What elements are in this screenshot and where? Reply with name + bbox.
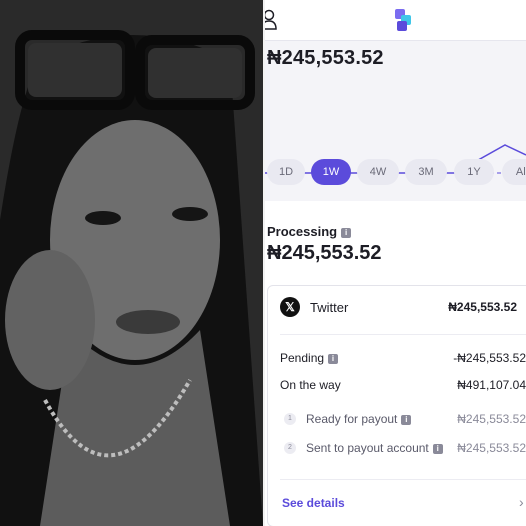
range-1y[interactable]: 1Y: [454, 159, 494, 185]
processing-amount: ₦245,553.52: [267, 242, 382, 264]
pending-value: -₦245,553.52: [453, 351, 526, 365]
time-range-selector: 1D 1W 4W 3M 1Y All: [265, 159, 526, 187]
processing-label: Processing: [267, 224, 338, 239]
sent-to-payout-value: ₦245,553.52: [457, 441, 526, 455]
app-panel: ₦245,553.52 1D 1W 4W 3M 1Y All Processin…: [265, 0, 526, 526]
source-name: Twitter: [310, 300, 349, 315]
portrait-illustration: [0, 0, 263, 526]
step-2-badge: 2: [284, 442, 296, 454]
user-icon[interactable]: [265, 9, 277, 31]
see-details-link[interactable]: See details: [282, 496, 345, 510]
on-the-way-value: ₦491,107.04: [457, 378, 526, 392]
range-1w[interactable]: 1W: [311, 159, 351, 185]
chevron-right-icon[interactable]: ›: [519, 494, 524, 510]
processing-heading: Processing i: [267, 224, 352, 239]
info-icon[interactable]: i: [432, 443, 443, 454]
ready-for-payout-value: ₦245,553.52: [457, 412, 526, 426]
x-logo-icon: 𝕏: [280, 297, 300, 317]
info-icon[interactable]: i: [328, 353, 339, 364]
divider: [280, 334, 526, 335]
on-the-way-label: On the way: [280, 378, 341, 392]
app-logo-icon: [395, 9, 411, 31]
screenshot-collage: ₦245,553.52 1D 1W 4W 3M 1Y All Processin…: [0, 0, 526, 526]
sent-to-payout-label: Sent to payout account i: [306, 441, 443, 455]
range-all[interactable]: All: [502, 159, 526, 185]
source-amount: ₦245,553.52: [448, 300, 517, 314]
step-1-badge: 1: [284, 413, 296, 425]
portrait-photo: [0, 0, 263, 526]
range-3m[interactable]: 3M: [405, 159, 447, 185]
range-4w[interactable]: 4W: [357, 159, 399, 185]
info-icon[interactable]: i: [341, 227, 352, 238]
top-bar: [265, 0, 526, 41]
processing-card: 𝕏 Twitter ₦245,553.52 Pending i -₦245,553…: [267, 285, 526, 526]
ready-for-payout-label: Ready for payout i: [306, 412, 412, 426]
info-icon[interactable]: i: [401, 414, 412, 425]
balance-amount: ₦245,553.52: [267, 47, 384, 69]
divider: [280, 479, 526, 480]
source-row[interactable]: 𝕏 Twitter ₦245,553.52: [268, 286, 526, 330]
range-1d[interactable]: 1D: [267, 159, 305, 185]
pending-label: Pending i: [280, 351, 339, 365]
